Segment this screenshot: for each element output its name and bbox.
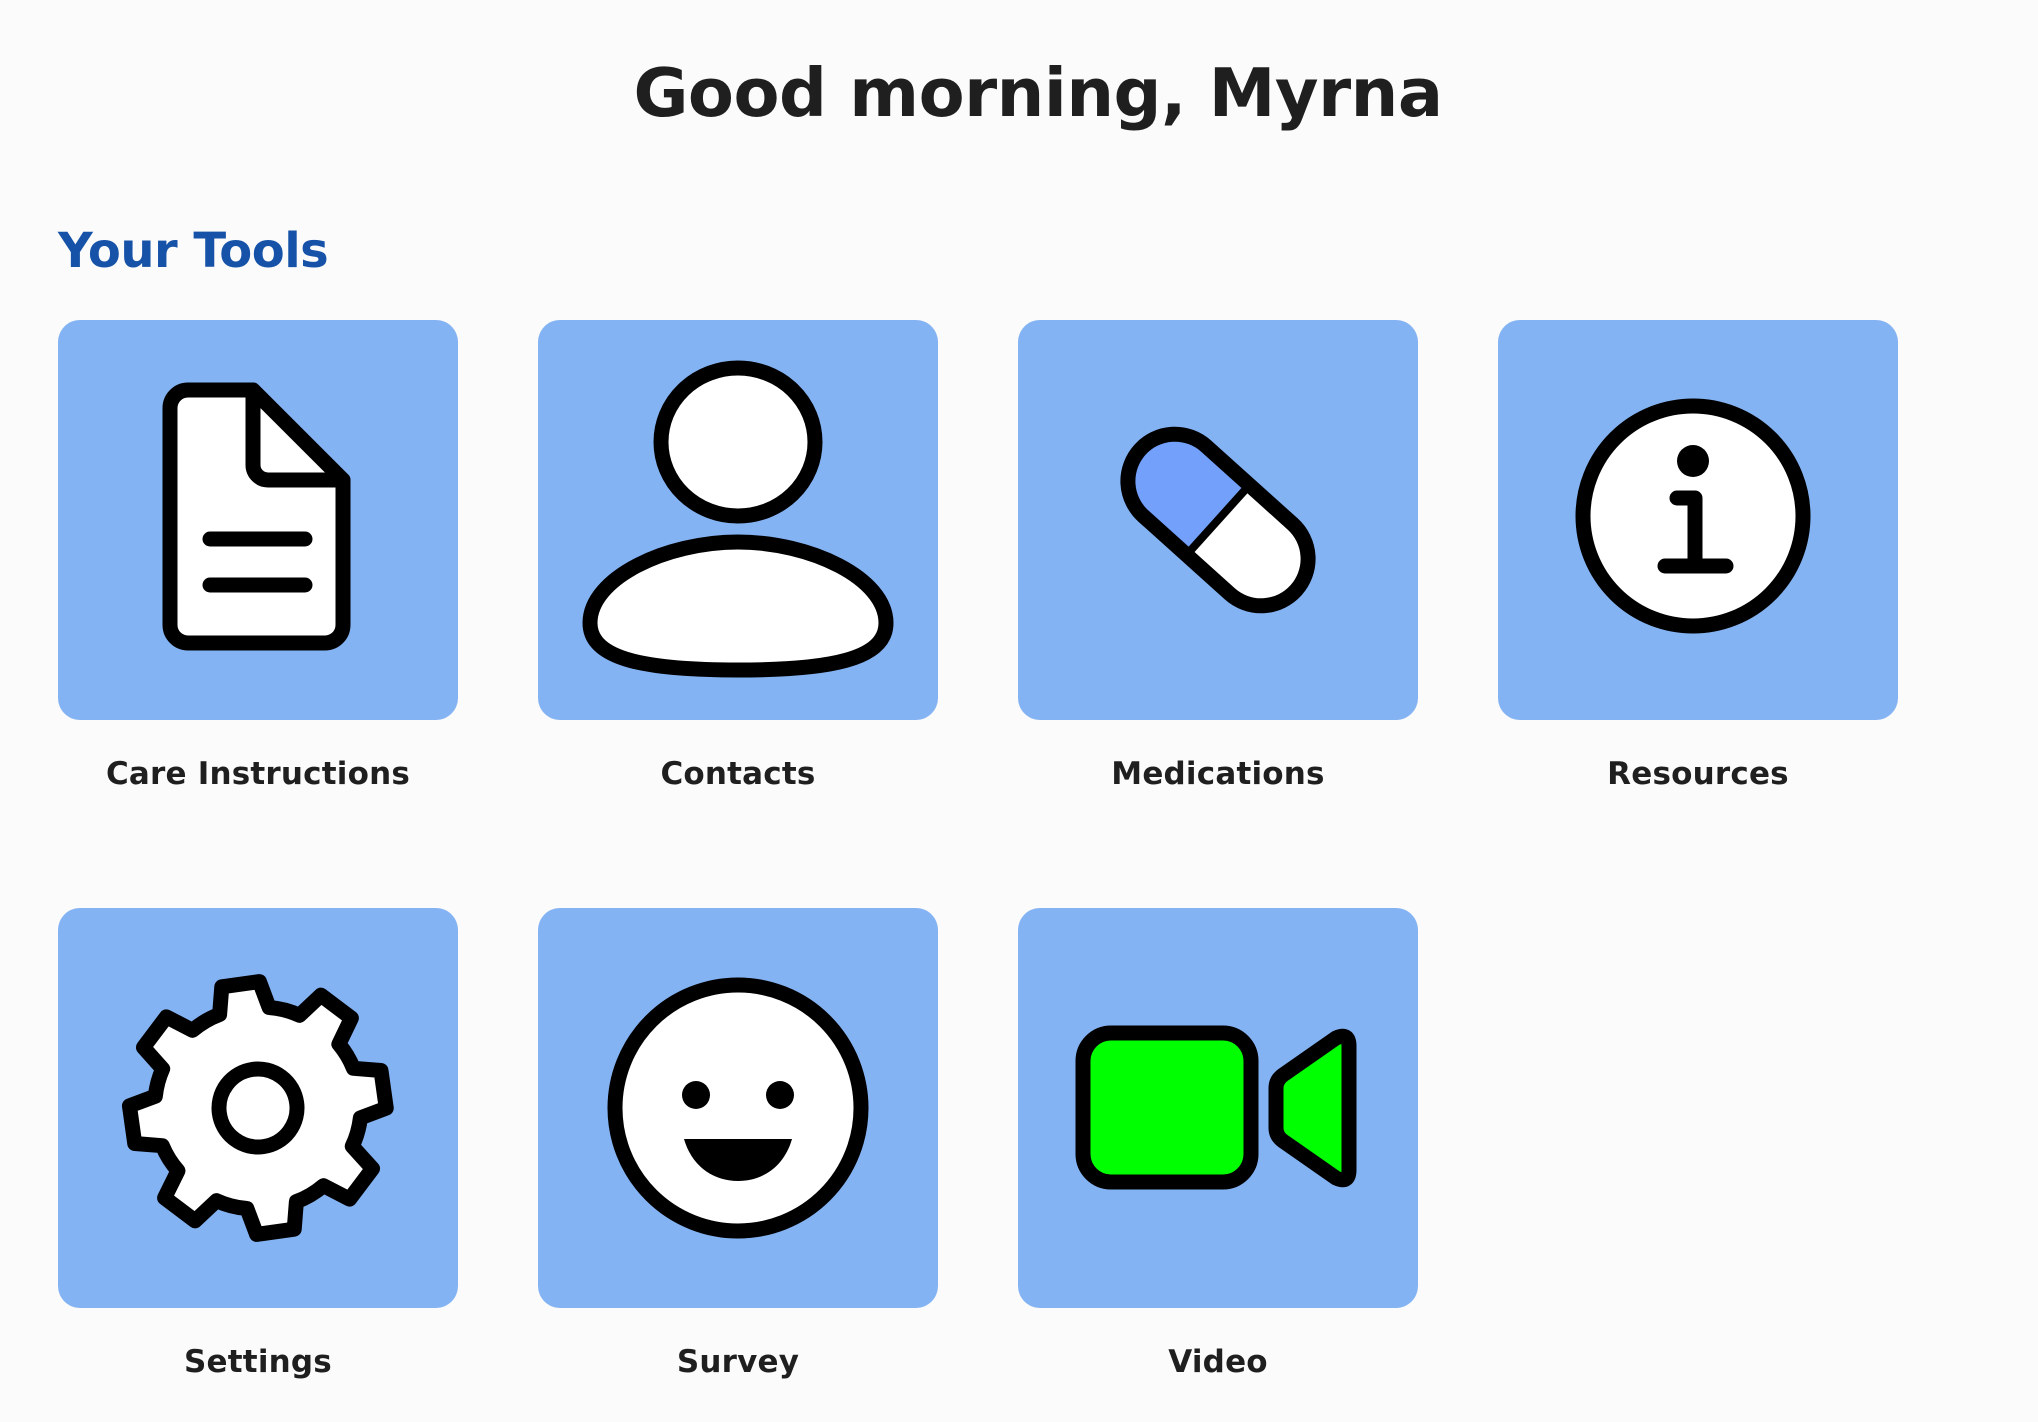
tool-video-button[interactable]: Video (1018, 908, 1418, 1382)
tool-resources-button[interactable]: Resources (1498, 320, 1898, 794)
document-icon (162, 382, 351, 651)
video-camera-icon (1075, 1025, 1357, 1190)
tool-label: Care Instructions (105, 756, 411, 792)
tool-label: Contacts (660, 756, 816, 792)
tool-survey-button[interactable]: Survey (538, 908, 938, 1382)
pill-icon (1120, 426, 1316, 614)
tool-tile[interactable] (538, 320, 938, 720)
tool-label: Video (1168, 1344, 1268, 1380)
gear-icon (121, 974, 394, 1242)
person-icon (582, 360, 894, 678)
tool-tile[interactable] (1018, 320, 1418, 720)
tool-settings-button[interactable]: Settings (58, 908, 458, 1382)
tool-label: Resources (1607, 756, 1789, 792)
tool-tile[interactable] (538, 908, 938, 1308)
tool-label: Settings (184, 1344, 332, 1380)
tool-tile[interactable] (1498, 320, 1898, 720)
tool-tile[interactable] (58, 908, 458, 1308)
section-title-your-tools: Your Tools (58, 223, 329, 279)
tool-contacts-button[interactable]: Contacts (538, 320, 938, 794)
tool-label: Survey (676, 1344, 800, 1380)
tool-care-instructions-button[interactable]: Care Instructions (58, 320, 458, 794)
tool-label: Medications (1111, 756, 1325, 792)
info-icon (1575, 398, 1811, 634)
tool-tile[interactable] (58, 320, 458, 720)
tool-medications-button[interactable]: Medications (1018, 320, 1418, 794)
tool-tile[interactable] (1018, 908, 1418, 1308)
greeting-heading: Good morning, Myrna (633, 54, 1443, 132)
home-screen: Good morning, Myrna Your Tools Care Inst… (0, 0, 2038, 1422)
smiley-face-icon (607, 977, 869, 1239)
